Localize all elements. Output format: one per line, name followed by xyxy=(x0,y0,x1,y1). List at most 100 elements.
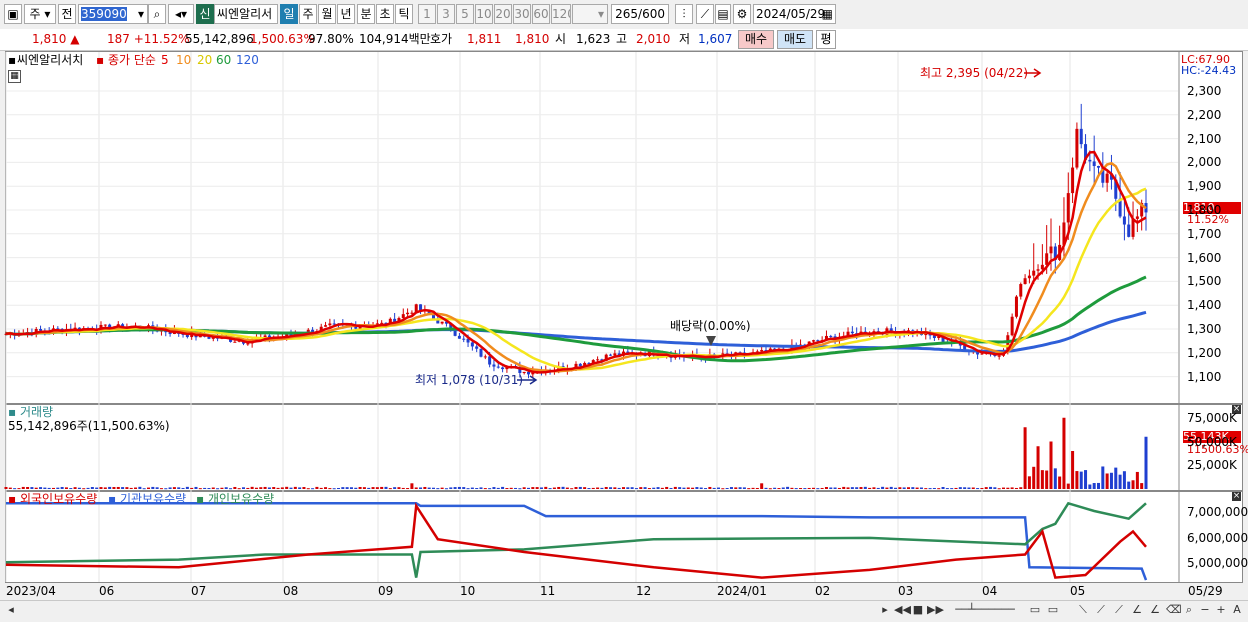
volume-bar xyxy=(298,487,302,489)
volume-bar xyxy=(263,486,267,489)
dividend-annotation: 배당락(0.00%) xyxy=(670,319,751,333)
volume-bar xyxy=(341,487,345,489)
chart-canvas[interactable] xyxy=(0,0,1248,600)
volume-bar xyxy=(721,488,725,490)
volume-bar xyxy=(578,486,582,489)
trendline-icon[interactable]: ⟍ xyxy=(1076,603,1090,617)
volume-bar xyxy=(1019,487,1023,489)
volume-bar xyxy=(457,486,461,489)
volume-bar xyxy=(544,486,548,489)
volume-bar xyxy=(354,487,358,489)
ruler-icon-2[interactable]: ▭ xyxy=(1046,603,1060,617)
volume-bar xyxy=(837,487,841,489)
volume-bar xyxy=(207,488,211,490)
volume-bar xyxy=(889,486,893,489)
volume-bar xyxy=(941,486,945,489)
candle-body xyxy=(440,321,444,324)
font-size-icon[interactable]: A xyxy=(1230,603,1244,617)
zoom-out-icon[interactable]: − xyxy=(1198,603,1212,617)
zoom-slider[interactable]: ──┴────── xyxy=(952,603,1018,617)
volume-bar xyxy=(980,487,984,489)
calculator-icon[interactable]: ▦ xyxy=(8,70,21,83)
zoom-in-icon[interactable]: + xyxy=(1214,603,1228,617)
volume-bar xyxy=(673,486,677,489)
volume-bar xyxy=(1131,480,1135,489)
rewind-icon[interactable]: ◀◀ xyxy=(894,603,911,617)
ma-legend-title: ▪ 종가 단순 xyxy=(96,53,156,67)
volume-bar xyxy=(431,487,436,489)
scroll-left-icon[interactable]: ◂ xyxy=(4,603,18,617)
volume-tick-25000k: 25,000K xyxy=(1187,458,1237,472)
volume-bar xyxy=(401,487,405,489)
volume-bar xyxy=(596,487,600,489)
volume-bar xyxy=(781,487,785,489)
volume-bar xyxy=(345,487,349,489)
fast-forward-icon[interactable]: ▶▶ xyxy=(927,603,944,617)
volume-bar xyxy=(885,487,889,489)
trendline-icon-3[interactable]: ⟋ xyxy=(1112,603,1126,617)
candle-body xyxy=(1135,216,1139,219)
price-tick: 1,100 xyxy=(1187,369,1222,384)
volume-bar xyxy=(846,487,850,489)
price-panel-menu-icon[interactable]: ▪ xyxy=(8,53,16,67)
volume-bar xyxy=(656,487,660,489)
volume-title: ▪ 거래량 xyxy=(8,405,54,419)
volume-bar xyxy=(773,487,777,489)
x-label: 06 xyxy=(99,584,115,598)
candle-body xyxy=(1049,246,1053,254)
volume-bar xyxy=(751,487,755,489)
volume-bar xyxy=(881,486,885,489)
volume-bar xyxy=(414,487,418,489)
volume-bar xyxy=(1040,470,1044,489)
volume-bar xyxy=(1071,451,1075,489)
volume-bar xyxy=(324,487,328,489)
volume-bar xyxy=(539,487,543,489)
price-tick: 1,400 xyxy=(1187,298,1222,313)
volume-bar xyxy=(406,488,410,490)
volume-bar xyxy=(436,488,440,490)
volume-bar xyxy=(807,487,811,489)
volume-bar xyxy=(1092,483,1096,489)
volume-bar xyxy=(777,488,781,490)
ma20-legend: 20 xyxy=(197,53,213,67)
candle-body xyxy=(1122,216,1126,225)
candle-body xyxy=(1014,296,1018,317)
candle-body xyxy=(479,348,483,357)
volume-bar xyxy=(1049,441,1053,489)
fibonacci-icon[interactable]: ∠ xyxy=(1148,603,1162,617)
trendline-icon-2[interactable]: ⟋ xyxy=(1094,603,1108,617)
volume-bar xyxy=(8,487,12,489)
angle-icon[interactable]: ∠ xyxy=(1130,603,1144,617)
volume-bar xyxy=(971,487,975,489)
volume-bar xyxy=(583,487,587,489)
volume-bar xyxy=(34,487,38,489)
holders-panel-close-icon[interactable]: × xyxy=(1232,492,1241,501)
x-label: 03 xyxy=(898,584,914,598)
volume-bar xyxy=(216,488,220,490)
volume-bar xyxy=(997,488,1001,490)
scroll-right-icon[interactable]: ▸ xyxy=(878,603,892,617)
volume-bar xyxy=(647,488,651,490)
stop-icon[interactable]: ■ xyxy=(911,603,925,617)
candle-body xyxy=(829,335,833,337)
volume-bar xyxy=(794,488,798,490)
volume-bar xyxy=(362,487,366,489)
volume-bar xyxy=(716,487,721,489)
volume-bar xyxy=(501,486,505,489)
eraser-icon[interactable]: ⌫ xyxy=(1166,603,1182,617)
volume-bar xyxy=(686,487,690,489)
volume-bar xyxy=(958,487,962,489)
volume-bar xyxy=(332,488,336,490)
low-annotation: 최저 1,078 (10/31) xyxy=(415,373,524,387)
volume-bar xyxy=(738,487,742,489)
ruler-icon[interactable]: ▭ xyxy=(1028,603,1042,617)
price-tick: 1,700 xyxy=(1187,226,1222,241)
volume-bar xyxy=(548,488,552,490)
volume-bar xyxy=(164,488,168,490)
volume-bar xyxy=(466,488,470,490)
candle-body xyxy=(997,355,1001,357)
zoom-icon[interactable]: ⌕ xyxy=(1182,603,1196,617)
candle-body xyxy=(328,323,332,326)
volume-bar xyxy=(39,487,43,489)
volume-bar xyxy=(682,487,686,489)
